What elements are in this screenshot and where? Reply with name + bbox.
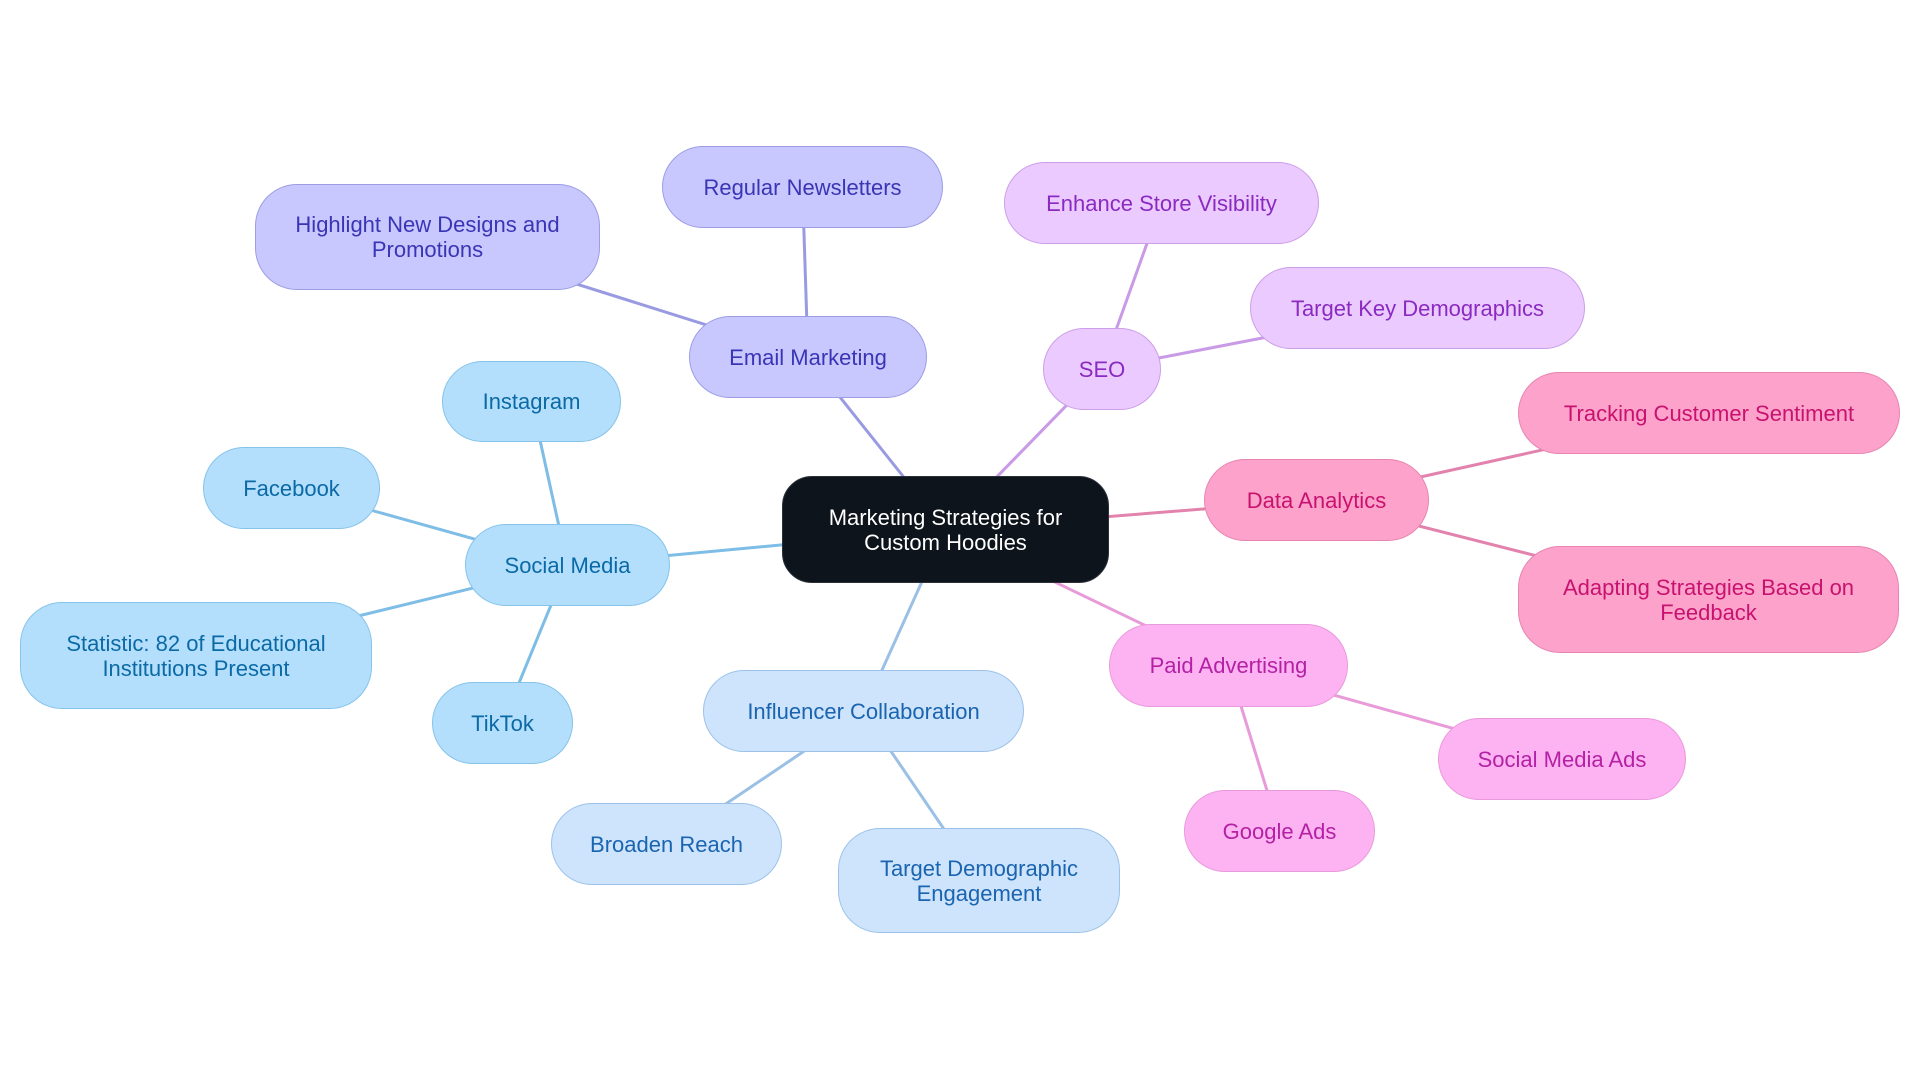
- branch-label: Paid Advertising: [1149, 653, 1308, 678]
- leaf-target-key-demographics[interactable]: Target Key Demographics: [1250, 267, 1585, 349]
- leaf-label: Instagram: [482, 389, 581, 414]
- branch-influencer-collaboration[interactable]: Influencer Collaboration: [703, 670, 1024, 752]
- leaf-adapting-strategies[interactable]: Adapting Strategies Based on Feedback: [1518, 546, 1899, 653]
- branch-label: Social Media: [504, 552, 631, 578]
- leaf-label: Target Demographic Engagement: [879, 855, 1079, 906]
- leaf-google-ads[interactable]: Google Ads: [1184, 790, 1375, 872]
- leaf-instagram[interactable]: Instagram: [442, 361, 621, 442]
- leaf-broaden-reach[interactable]: Broaden Reach: [551, 803, 782, 885]
- leaf-label: Google Ads: [1222, 818, 1337, 844]
- leaf-regular-newsletters[interactable]: Regular Newsletters: [662, 146, 943, 228]
- leaf-label: Adapting Strategies Based on Feedback: [1562, 574, 1855, 625]
- root-node[interactable]: Marketing Strategies for Custom Hoodies: [782, 476, 1109, 583]
- leaf-statistic[interactable]: Statistic: 82 of Educational Institution…: [20, 602, 372, 709]
- leaf-label: Highlight New Designs and Promotions: [295, 212, 560, 262]
- leaf-facebook[interactable]: Facebook: [203, 447, 380, 529]
- leaf-label: Tracking Customer Sentiment: [1563, 400, 1855, 426]
- root-label: Marketing Strategies for Custom Hoodies: [828, 504, 1063, 555]
- leaf-label: Social Media Ads: [1477, 746, 1647, 772]
- leaf-label: Regular Newsletters: [703, 174, 902, 200]
- leaf-label: Broaden Reach: [590, 831, 743, 857]
- leaf-label: Target Key Demographics: [1290, 295, 1545, 321]
- branch-data-analytics[interactable]: Data Analytics: [1204, 459, 1429, 541]
- branch-label: Influencer Collaboration: [747, 698, 980, 724]
- leaf-label: Statistic: 82 of Educational Institution…: [66, 630, 326, 681]
- leaf-label: TikTok: [471, 710, 534, 736]
- leaf-highlight-new-designs[interactable]: Highlight New Designs and Promotions: [255, 184, 600, 290]
- leaf-social-media-ads[interactable]: Social Media Ads: [1438, 718, 1686, 800]
- branch-seo[interactable]: SEO: [1043, 328, 1161, 410]
- branch-email-marketing[interactable]: Email Marketing: [689, 316, 927, 398]
- branch-label: Email Marketing: [729, 344, 887, 370]
- branch-label: SEO: [1078, 356, 1126, 382]
- leaf-label: Facebook: [243, 475, 340, 501]
- leaf-tracking-customer-sentiment[interactable]: Tracking Customer Sentiment: [1518, 372, 1900, 454]
- branch-social-media[interactable]: Social Media: [465, 524, 670, 606]
- leaf-tiktok[interactable]: TikTok: [432, 682, 573, 764]
- leaf-enhance-store-visibility[interactable]: Enhance Store Visibility: [1004, 162, 1319, 244]
- branch-label: Data Analytics: [1246, 487, 1387, 513]
- leaf-target-demographic-engagement[interactable]: Target Demographic Engagement: [838, 828, 1120, 933]
- branch-paid-advertising[interactable]: Paid Advertising: [1109, 624, 1348, 707]
- leaf-label: Enhance Store Visibility: [1046, 190, 1277, 216]
